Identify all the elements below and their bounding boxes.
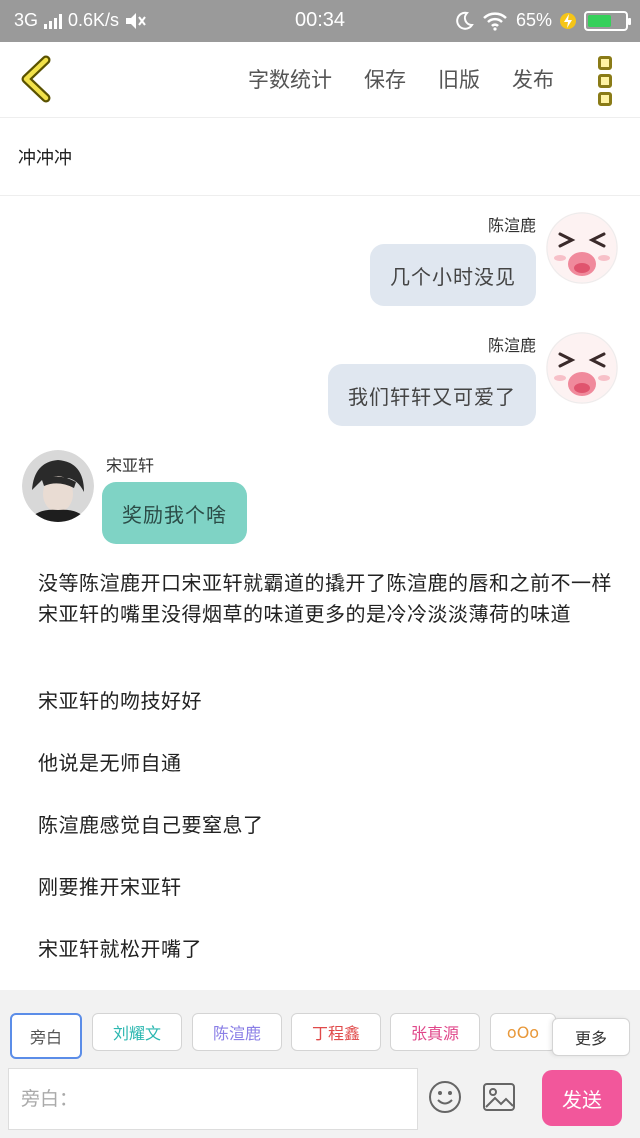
back-arrow-icon[interactable] (12, 54, 62, 104)
avatar-chenxuanlu[interactable] (546, 332, 618, 404)
speaker-name: 陈渲鹿 (487, 336, 536, 355)
speaker-name: 宋亚轩 (106, 456, 155, 475)
composer: 发送 (0, 1064, 640, 1138)
battery-fill (588, 14, 612, 27)
status-bar: 3G 0.6K/s 00:34 65% (0, 0, 640, 42)
role-selector: 旁白 刘耀文 陈渲鹿 丁程鑫 张真源 oOo 更多 (0, 990, 640, 1064)
battery-percent: 65% (515, 10, 552, 30)
narration-paragraph[interactable]: 陈渲鹿感觉自己要窒息了 (38, 810, 618, 841)
role-more-characters[interactable]: oOo (490, 1013, 556, 1051)
send-button[interactable]: 发送 (542, 1070, 622, 1126)
avatar-songyaxuan[interactable] (22, 450, 94, 522)
emoji-icon[interactable] (428, 1080, 462, 1114)
avatar-chenxuanlu[interactable] (546, 212, 618, 284)
wifi-icon (483, 11, 507, 31)
battery-icon (584, 10, 631, 31)
moon-icon (456, 11, 474, 30)
role-liuyaowen[interactable]: 刘耀文 (92, 1013, 182, 1051)
toolbar-actions: 字数统计 保存 旧版 发布 (248, 64, 554, 94)
message-input[interactable] (8, 1068, 418, 1130)
role-dingchengxin[interactable]: 丁程鑫 (291, 1013, 381, 1051)
narration-paragraph[interactable]: 刚要推开宋亚轩 (38, 872, 618, 903)
narration-paragraph[interactable]: 他说是无师自通 (38, 748, 618, 779)
charging-icon (560, 12, 576, 29)
word-count-button[interactable]: 字数统计 (248, 64, 332, 94)
more-roles-button[interactable]: 更多 (552, 1018, 630, 1056)
publish-button[interactable]: 发布 (512, 64, 554, 94)
more-menu-icon[interactable] (598, 56, 614, 106)
speaker-name: 陈渲鹿 (487, 216, 536, 235)
old-version-button[interactable]: 旧版 (438, 64, 480, 94)
narration-paragraph[interactable]: 宋亚轩的吻技好好 (38, 686, 618, 717)
message-bubble[interactable]: 几个小时没见 (370, 244, 536, 306)
narration-paragraph[interactable]: 宋亚轩就松开嘴了 (38, 934, 618, 965)
role-zhangzhenyuan[interactable]: 张真源 (390, 1013, 480, 1051)
status-right: 65% (454, 10, 631, 31)
narration-paragraph[interactable]: 没等陈渲鹿开口宋亚轩就霸道的撬开了陈渲鹿的唇和之前不一样 宋亚轩的嘴里没得烟草的… (38, 568, 618, 630)
role-narrator[interactable]: 旁白 (10, 1013, 82, 1059)
save-button[interactable]: 保存 (364, 64, 406, 94)
document-title[interactable]: 冲冲冲 (0, 118, 640, 196)
message-bubble[interactable]: 奖励我个啥 (102, 482, 247, 544)
image-icon[interactable] (482, 1082, 516, 1112)
role-chenxuanlu[interactable]: 陈渲鹿 (192, 1013, 282, 1051)
editor-toolbar: 字数统计 保存 旧版 发布 (0, 42, 640, 118)
message-bubble[interactable]: 我们轩轩又可爱了 (328, 364, 536, 426)
